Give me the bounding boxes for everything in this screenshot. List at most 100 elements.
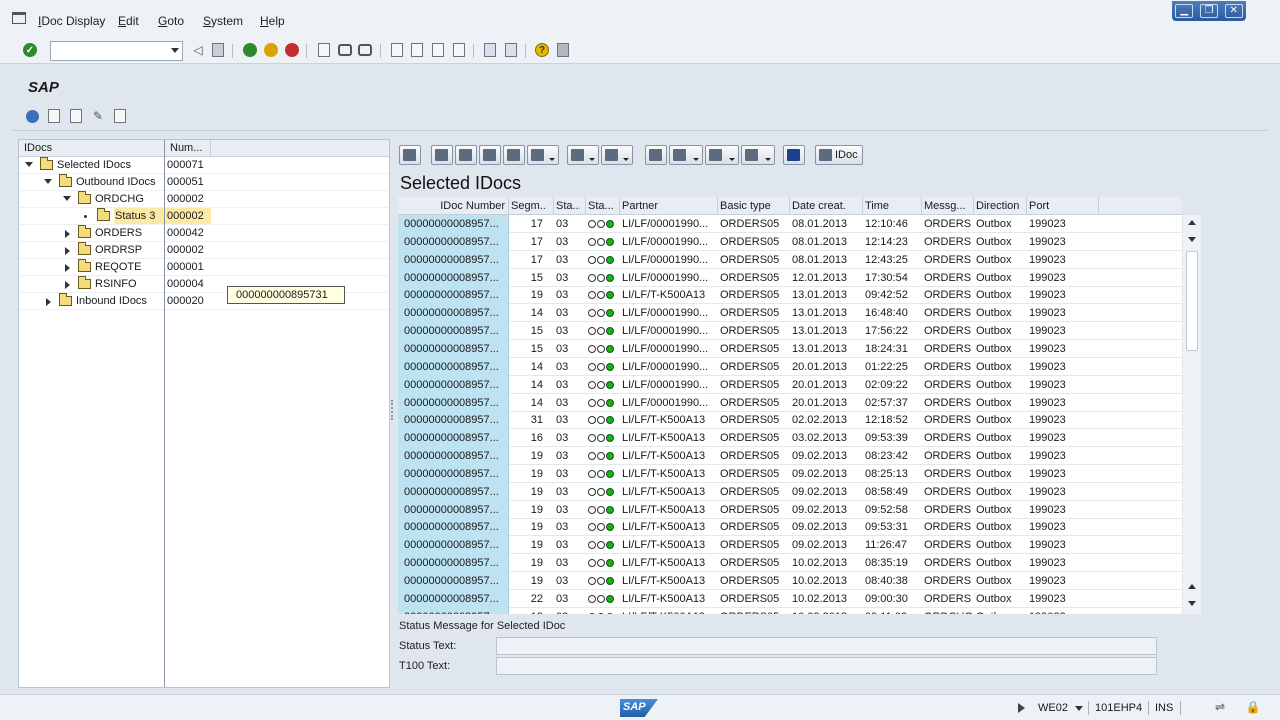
transaction-code[interactable]: WE02 <box>1038 702 1068 714</box>
idoc-number-cell[interactable]: 00000000008957... <box>398 607 509 614</box>
menu-idoc-display[interactable]: IDoc Display <box>38 14 105 28</box>
tree-node-selected-idocs[interactable]: Selected IDocs 000071 <box>19 157 389 174</box>
idoc-number-cell[interactable]: 00000000008957... <box>398 589 509 608</box>
scroll-down-icon[interactable] <box>1188 601 1196 606</box>
table-row[interactable]: 00000000008957... 14 03 LI/LF/00001990... OR… <box>398 393 1182 412</box>
table-row[interactable]: 00000000008957... 19 03 LI/LF/T-K500A13 ORDE… <box>398 482 1182 501</box>
col-port[interactable]: Port <box>1029 200 1089 212</box>
vertical-scrollbar[interactable] <box>1183 215 1201 614</box>
find-icon[interactable] <box>337 42 353 58</box>
tree-col-num[interactable]: Num... <box>170 142 202 154</box>
sort-descending-button[interactable] <box>455 145 477 165</box>
views-button[interactable] <box>669 145 703 165</box>
collapse-icon[interactable] <box>68 108 84 124</box>
shortcut-icon[interactable] <box>503 42 519 58</box>
tree-node-ordchg[interactable]: ORDCHG 000002 <box>19 191 389 208</box>
table-row[interactable]: 00000000008957... 19 03 LI/LF/T-K500A13 ORDE… <box>398 447 1182 466</box>
table-row[interactable]: 00000000008957... 19 03 LI/LF/T-K500A13 ORDE… <box>398 500 1182 519</box>
menu-edit[interactable]: Edit <box>118 14 139 28</box>
chevron-down-icon[interactable] <box>1075 706 1083 711</box>
filter-button[interactable] <box>527 145 559 165</box>
col-basic-type[interactable]: Basic type <box>720 200 786 212</box>
tools-icon[interactable]: ✎ <box>90 108 106 124</box>
sort-ascending-button[interactable] <box>431 145 453 165</box>
idoc-number-cell[interactable]: 00000000008957... <box>398 536 509 555</box>
col-status[interactable]: Sta... <box>556 200 580 212</box>
chevron-right-icon[interactable] <box>46 298 51 306</box>
find-button[interactable] <box>479 145 501 165</box>
idoc-number-cell[interactable]: 00000000008957... <box>398 411 509 430</box>
idoc-number-cell[interactable]: 00000000008957... <box>398 250 509 269</box>
first-page-icon[interactable] <box>389 42 405 58</box>
idoc-number-cell[interactable]: 00000000008957... <box>398 429 509 448</box>
chevron-down-icon[interactable] <box>63 196 71 201</box>
list-icon[interactable] <box>112 108 128 124</box>
chevron-right-icon[interactable] <box>65 264 70 272</box>
find-next-button[interactable] <box>503 145 525 165</box>
col-status-light[interactable]: Sta... <box>588 200 618 212</box>
back-green-icon[interactable] <box>242 42 258 58</box>
table-row[interactable]: 00000000008957... 15 03 LI/LF/00001990... OR… <box>398 339 1182 358</box>
scroll-thumb[interactable] <box>1186 251 1198 351</box>
total-button[interactable] <box>567 145 599 165</box>
table-row[interactable]: 00000000008957... 19 03 LI/LF/T-K500A13 ORDE… <box>398 554 1182 573</box>
chevron-right-icon[interactable] <box>65 230 70 238</box>
command-field[interactable] <box>50 41 183 61</box>
idoc-number-cell[interactable]: 00000000008957... <box>398 518 509 537</box>
play-icon[interactable] <box>1018 703 1025 713</box>
panel-splitter[interactable] <box>391 400 393 420</box>
table-row[interactable]: 00000000008957... 16 03 LI/LF/T-K500A13 ORDE… <box>398 429 1182 448</box>
idoc-number-cell[interactable]: 00000000008957... <box>398 500 509 519</box>
idoc-number-cell[interactable]: 00000000008957... <box>398 393 509 412</box>
table-row[interactable]: 00000000008957... 17 03 LI/LF/00001990... OR… <box>398 215 1182 233</box>
col-partner[interactable]: Partner <box>622 200 716 212</box>
window-menu-icon[interactable] <box>12 12 26 24</box>
idoc-number-cell[interactable]: 00000000008957... <box>398 268 509 287</box>
print-preview-button[interactable] <box>645 145 667 165</box>
info-button[interactable] <box>783 145 805 165</box>
restore-icon[interactable]: ❐ <box>1199 4 1218 18</box>
table-row[interactable]: 00000000008957... 22 03 LI/LF/T-K500A13 ORDE… <box>398 589 1182 608</box>
save-icon[interactable] <box>210 42 226 58</box>
idoc-number-cell[interactable]: 00000000008957... <box>398 232 509 251</box>
tree-node-reqote[interactable]: REQOTE 000001 <box>19 259 389 276</box>
subtotal-button[interactable] <box>601 145 633 165</box>
table-row[interactable]: 00000000008957... 19 03 LI/LF/T-K500A13 ORDE… <box>398 572 1182 590</box>
table-row[interactable]: 00000000008957... 19 03 LI/LF/T-K500A13 ORDE… <box>398 607 1182 614</box>
chevron-down-icon[interactable] <box>44 179 52 184</box>
enter-icon[interactable]: ✓ <box>22 42 38 58</box>
refresh-icon[interactable] <box>24 108 40 124</box>
chevron-down-icon[interactable] <box>25 162 33 167</box>
table-row[interactable]: 00000000008957... 19 03 LI/LF/T-K500A13 ORDE… <box>398 536 1182 555</box>
print-icon[interactable] <box>316 42 332 58</box>
layout-menu-icon[interactable] <box>555 42 571 58</box>
col-idoc-number[interactable]: IDoc Number <box>401 200 505 212</box>
next-page-icon[interactable] <box>430 42 446 58</box>
close-icon[interactable]: ✕ <box>1224 4 1243 18</box>
table-row[interactable]: 00000000008957... 31 03 LI/LF/T-K500A13 ORDE… <box>398 411 1182 430</box>
idoc-number-cell[interactable]: 00000000008957... <box>398 339 509 358</box>
chevron-right-icon[interactable] <box>65 247 70 255</box>
help-icon[interactable]: ? <box>534 42 550 58</box>
tree-node-status-3[interactable]: Status 3 000002 <box>19 208 389 225</box>
back-arrow-icon[interactable]: ◁ <box>190 42 206 58</box>
menu-system[interactable]: System <box>203 14 243 28</box>
layout-button[interactable] <box>741 145 775 165</box>
table-row[interactable]: 00000000008957... 15 03 LI/LF/00001990... OR… <box>398 322 1182 341</box>
find-next-icon[interactable] <box>357 42 373 58</box>
idoc-number-cell[interactable]: 00000000008957... <box>398 464 509 483</box>
chevron-down-icon[interactable] <box>171 48 179 53</box>
table-row[interactable]: 00000000008957... 17 03 LI/LF/00001990... OR… <box>398 250 1182 269</box>
table-row[interactable]: 00000000008957... 19 03 LI/LF/T-K500A13 ORDE… <box>398 286 1182 305</box>
col-date-created[interactable]: Date creat. <box>792 200 862 212</box>
scroll-up-icon[interactable] <box>1188 584 1196 589</box>
table-row[interactable]: 00000000008957... 19 03 LI/LF/T-K500A13 ORDE… <box>398 464 1182 483</box>
tree-node-orders[interactable]: ORDERS 000042 <box>19 225 389 242</box>
table-row[interactable]: 00000000008957... 14 03 LI/LF/00001990... OR… <box>398 357 1182 376</box>
expand-icon[interactable] <box>46 108 62 124</box>
table-row[interactable]: 00000000008957... 17 03 LI/LF/00001990... OR… <box>398 232 1182 251</box>
col-segments[interactable]: Segm... <box>511 200 547 212</box>
scroll-up-icon[interactable] <box>1188 220 1196 225</box>
idoc-number-cell[interactable]: 00000000008957... <box>398 554 509 573</box>
idoc-button[interactable]: IDoc <box>815 145 863 165</box>
